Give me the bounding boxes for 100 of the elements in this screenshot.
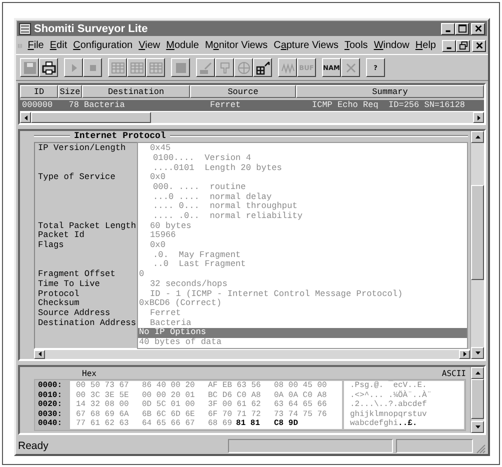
field-label: Checksum <box>38 298 80 308</box>
menu-item[interactable]: Tools <box>344 40 368 51</box>
close-icon <box>474 41 484 50</box>
field-value[interactable]: ID - 1 (ICMP - Internet Control Message Protocol) <box>138 290 467 300</box>
hex-bytes: BC D6 C0 A8 <box>208 390 261 400</box>
resize-grip-icon[interactable] <box>476 444 486 454</box>
field-value[interactable]: 32 seconds/hops <box>138 280 467 290</box>
hex-bytes: 68 69 <box>208 419 232 428</box>
horizontal-scrollbar[interactable] <box>34 348 470 359</box>
app-icon <box>19 22 31 34</box>
field-value[interactable]: Ferret <box>138 308 467 319</box>
globe-icon <box>236 60 250 74</box>
offset-label: 0030: <box>38 410 64 419</box>
minimize-button[interactable] <box>441 22 455 34</box>
vertical-scrollbar[interactable] <box>470 367 484 433</box>
field-value[interactable]: 15966 <box>138 231 467 242</box>
menu-item[interactable]: Configuration <box>73 40 133 51</box>
column-header[interactable]: Size <box>58 85 82 98</box>
field-label: Fragment Offset <box>38 269 116 280</box>
hex-bytes: 64 65 66 67 <box>142 419 195 428</box>
close-button[interactable] <box>471 22 485 34</box>
ascii-text: ..£. <box>398 419 418 428</box>
field-value[interactable]: 60 bytes <box>138 222 467 232</box>
hex-bytes: 00 50 73 67 <box>76 381 129 390</box>
packet-row[interactable]: 000000 78 Bacteria Ferret ICMP Echo Req ID=256 SN=16128 <box>20 100 484 111</box>
maximize-button[interactable] <box>455 22 469 34</box>
menu-item[interactable]: File <box>28 40 44 51</box>
down-arrow-icon <box>474 350 480 356</box>
hex-bytes: 3F 00 61 62 <box>208 400 261 410</box>
pen-icon <box>198 60 212 74</box>
table-cell-text: Ferret <box>209 100 242 111</box>
menu-item[interactable]: Module <box>166 40 199 51</box>
field-value[interactable]: .... .0.. normal reliability <box>138 212 467 222</box>
menu-item[interactable]: Help <box>415 40 436 51</box>
field-label: Time To Live <box>38 278 100 289</box>
field-value[interactable]: ..0 Last Fragment <box>138 260 467 270</box>
hex-label: Hex <box>82 368 96 379</box>
table-cell-text: ICMP Echo Req ID=256 SN=16128 <box>311 100 466 111</box>
field-value[interactable]: 0x0 <box>138 173 467 183</box>
grid-icon <box>110 60 124 74</box>
hex-bytes: 00 00 20 01 <box>142 390 195 400</box>
field-value[interactable]: 0x45 <box>138 144 467 154</box>
down-arrow-icon <box>474 424 480 430</box>
window-title: Shomiti Surveyor Lite <box>34 22 149 34</box>
horizontal-scrollbar[interactable] <box>20 111 484 123</box>
field-label: Destination Address <box>38 318 136 328</box>
field-value[interactable]: 000. .... routine <box>138 182 467 193</box>
menu-item[interactable]: View <box>138 40 160 51</box>
hex-bytes: 6F 70 71 72 <box>208 410 261 419</box>
hex-bytes: 86 40 00 20 <box>142 381 195 390</box>
cross-icon <box>344 60 358 74</box>
menu-item[interactable]: Window <box>374 40 410 51</box>
close-icon <box>474 24 482 33</box>
field-value[interactable]: 0100.... Version 4 <box>138 154 467 164</box>
column-header[interactable]: ID <box>20 85 58 98</box>
menu-item[interactable]: Edit <box>50 40 68 51</box>
hex-bytes: 0D 5C 01 00 <box>142 400 195 410</box>
menu-item[interactable]: Monitor Views <box>204 40 268 51</box>
field-value[interactable]: 0 <box>138 270 467 280</box>
ascii-text: .Psg.@. ¯ecV..E. <box>350 381 427 390</box>
field-value[interactable]: 0xBCD6 (Correct) <box>138 299 467 309</box>
field-value[interactable]: 40 bytes of data <box>138 338 467 348</box>
field-value[interactable]: 0x0 <box>138 241 467 251</box>
ascii-text: .2...\..?.abcdef <box>350 400 427 409</box>
field-value[interactable]: ...0 .... normal delay <box>138 192 467 202</box>
hex-bytes: 00 3C 3E 5E <box>76 390 129 400</box>
minimize-button[interactable] <box>442 40 456 52</box>
menu-item[interactable]: Capture Views <box>274 40 338 51</box>
table-cell-text: 78 <box>68 100 80 111</box>
field-value[interactable]: ....0101 Length 20 bytes <box>138 164 467 174</box>
field-value[interactable]: .... 0... normal throughput <box>138 202 467 212</box>
hex-bytes: 6B 6C 6D 6E <box>142 410 195 419</box>
column-header[interactable]: Destination <box>82 85 190 98</box>
ascii-text: .<>^... .¼ÖÀ¨..À¨ <box>350 390 432 400</box>
toolbar-button[interactable] <box>39 58 58 77</box>
restore-button[interactable] <box>456 40 470 52</box>
right-arrow-icon <box>476 114 482 120</box>
ascii-label: ASCII <box>442 368 466 379</box>
restore-icon <box>458 41 468 50</box>
vertical-scrollbar[interactable] <box>470 131 484 359</box>
close-button[interactable] <box>472 40 486 52</box>
column-header[interactable]: Source <box>190 85 296 98</box>
field-value[interactable]: Bacteria <box>138 318 467 328</box>
field-value[interactable]: No IP Options <box>138 328 467 338</box>
table-cell-text: 000000 <box>21 100 54 111</box>
network-icon <box>256 60 270 74</box>
hex-bytes: C8 9D <box>274 419 298 428</box>
left-arrow-icon <box>22 114 28 120</box>
document-icon <box>218 60 232 74</box>
up-arrow-icon <box>474 134 480 140</box>
column-header[interactable]: Summary <box>296 85 484 98</box>
hex-bytes: 0A 0A C0 A8 <box>274 390 327 400</box>
offset-label: 0000: <box>38 381 64 390</box>
status-text: Ready <box>18 440 50 452</box>
field-label: Source Address <box>38 308 110 318</box>
field-value[interactable]: .0. May Fragment <box>138 250 467 260</box>
section-heading: Internet Protocol <box>74 131 166 142</box>
grid-icon <box>130 60 144 74</box>
toolbar-button[interactable] <box>253 58 272 77</box>
printer-icon <box>42 60 56 74</box>
